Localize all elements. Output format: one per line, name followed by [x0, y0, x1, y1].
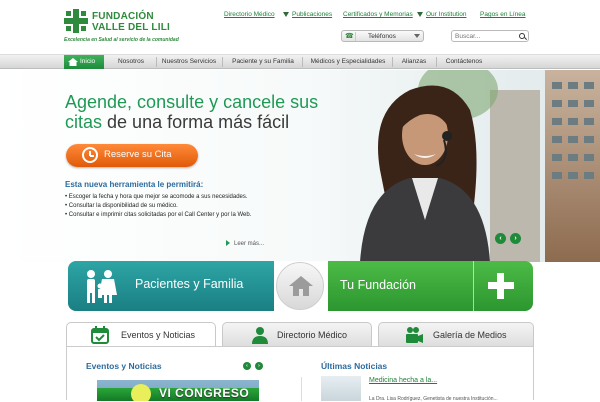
- tab-label: Eventos y Noticias: [121, 330, 196, 340]
- home-banner-button[interactable]: [276, 262, 324, 310]
- phone-icon: ☎: [345, 33, 354, 40]
- top-link-directorio[interactable]: Directorio Médico: [224, 11, 275, 18]
- hero-bullet: • Consultar e imprimir citas solicitadas…: [65, 212, 252, 218]
- logo-name: FUNDACIÓN VALLE DEL LILI: [92, 11, 170, 33]
- hero-subtitle: Esta nueva herramienta le permitirá:: [65, 180, 204, 189]
- news-link[interactable]: Medicina hecha a la...: [369, 377, 437, 384]
- main-nav: Inicio Nosotros Nuestros Servicios Pacie…: [0, 54, 600, 69]
- logo-name-line2: VALLE DEL LILI: [92, 22, 170, 33]
- event-image-logo: [131, 384, 151, 401]
- top-link-pagos[interactable]: Pagos en Línea: [480, 11, 526, 18]
- tab-directorio-medico[interactable]: Directorio Médico: [222, 322, 372, 346]
- search-box: [451, 30, 529, 42]
- home-icon: [289, 276, 313, 296]
- top-link-certificados[interactable]: Certificados y Memorias: [343, 11, 413, 18]
- patients-family-banner-button[interactable]: Pacientes y Familia: [68, 261, 278, 311]
- hero-photo-agent: [340, 70, 600, 262]
- separator: [355, 32, 356, 41]
- doctor-icon: [252, 327, 268, 344]
- tab-galeria-medios[interactable]: Galería de Medios: [378, 322, 534, 346]
- hero-bullet: • Consultar la disponibilidad de su médi…: [65, 203, 178, 209]
- hero-title-part2: citas: [65, 112, 103, 132]
- nav-item-paciente[interactable]: Paciente y su Familia: [226, 55, 300, 69]
- logo[interactable]: FUNDACIÓN VALLE DEL LILI Excelencia en S…: [64, 9, 204, 43]
- nav-separator: [392, 57, 393, 67]
- family-icon: [87, 270, 117, 303]
- clock-icon: [82, 147, 98, 163]
- home-icon: [68, 58, 78, 66]
- hero-title: Agende, consulte y cancele sus citas de …: [65, 92, 335, 132]
- news-title: Últimas Noticias: [321, 361, 388, 371]
- dropdown-arrow-icon: [417, 12, 423, 17]
- nav-separator: [156, 57, 157, 67]
- tu-fundacion-banner-button[interactable]: Tu Fundación: [323, 261, 533, 311]
- reserve-button-label: Reserve su Cita: [104, 149, 172, 160]
- nav-separator: [222, 57, 223, 67]
- nav-item-alianzas[interactable]: Alianzas: [394, 55, 434, 69]
- events-prev-button[interactable]: ‹: [243, 362, 251, 370]
- patients-family-label: Pacientes y Familia: [135, 277, 244, 291]
- phone-dropdown-button[interactable]: ☎ Teléfonos: [341, 30, 424, 42]
- tab-eventos-noticias[interactable]: Eventos y Noticias: [66, 322, 216, 347]
- nav-item-medicos[interactable]: Médicos y Especialidades: [306, 55, 390, 69]
- logo-tagline: Excelencia en Salud al servicio de la co…: [64, 37, 179, 43]
- nav-item-servicios[interactable]: Nuestros Servicios: [158, 55, 220, 69]
- cross-logo-icon: [64, 9, 88, 33]
- hero-title-part1: Agende, consulte y cancele sus: [65, 92, 319, 112]
- plus-icon: [473, 261, 533, 311]
- dropdown-arrow-icon: [283, 12, 289, 17]
- nav-item-contactenos[interactable]: Contáctenos: [438, 55, 490, 69]
- tab-content-panel: Eventos y Noticias ‹ › VI CONGRESO Últim…: [66, 346, 534, 402]
- top-link-institution[interactable]: Our Institution: [426, 11, 466, 18]
- news-snippet: La Dra. Lisa Rodríguez, Genetista de nue…: [369, 396, 498, 402]
- arrow-right-icon: [226, 240, 230, 246]
- event-image-text: VI CONGRESO: [159, 386, 250, 400]
- event-image[interactable]: VI CONGRESO: [97, 380, 259, 401]
- nav-item-label: Inicio: [80, 58, 96, 65]
- hero-bullet: • Escoger la fecha y hora que mejor se a…: [65, 194, 248, 200]
- nav-separator: [436, 57, 437, 67]
- top-link-publicaciones[interactable]: Publicaciones: [292, 11, 332, 18]
- search-input[interactable]: [455, 32, 515, 41]
- search-icon[interactable]: [519, 33, 525, 39]
- tu-fundacion-label: Tu Fundación: [340, 278, 416, 292]
- site-header: FUNDACIÓN VALLE DEL LILI Excelencia en S…: [0, 0, 600, 54]
- chevron-down-icon: [414, 34, 420, 38]
- hero-title-part3: de una forma más fácil: [107, 112, 290, 132]
- column-divider: [301, 377, 302, 401]
- events-title: Eventos y Noticias: [86, 361, 162, 371]
- read-more-label: Leer más...: [234, 241, 265, 247]
- nav-item-nosotros[interactable]: Nosotros: [106, 55, 156, 69]
- content-tabs: Eventos y Noticias Directorio Médico Gal…: [66, 322, 534, 347]
- nav-separator: [302, 57, 303, 67]
- nav-item-inicio[interactable]: Inicio: [64, 55, 104, 69]
- hero-slider: Agende, consulte y cancele sus citas de …: [0, 70, 600, 262]
- read-more-link[interactable]: Leer más...: [226, 240, 264, 247]
- events-next-button[interactable]: ›: [255, 362, 263, 370]
- phone-label: Teléfonos: [368, 33, 396, 40]
- feature-banner: Pacientes y Familia Tu Fundación: [68, 261, 533, 311]
- slider-prev-button[interactable]: ‹: [495, 233, 506, 244]
- logo-name-line1: FUNDACIÓN: [92, 11, 154, 22]
- video-camera-icon: [406, 327, 423, 343]
- reserve-appointment-button[interactable]: Reserve su Cita: [66, 144, 198, 167]
- tab-label: Galería de Medios: [433, 330, 507, 340]
- hero-bullet-list: • Escoger la fecha y hora que mejor se a…: [65, 193, 265, 220]
- calendar-icon: [91, 326, 109, 344]
- news-thumbnail[interactable]: [321, 376, 361, 401]
- slider-next-button[interactable]: ›: [510, 233, 521, 244]
- tab-label: Directorio Médico: [277, 330, 348, 340]
